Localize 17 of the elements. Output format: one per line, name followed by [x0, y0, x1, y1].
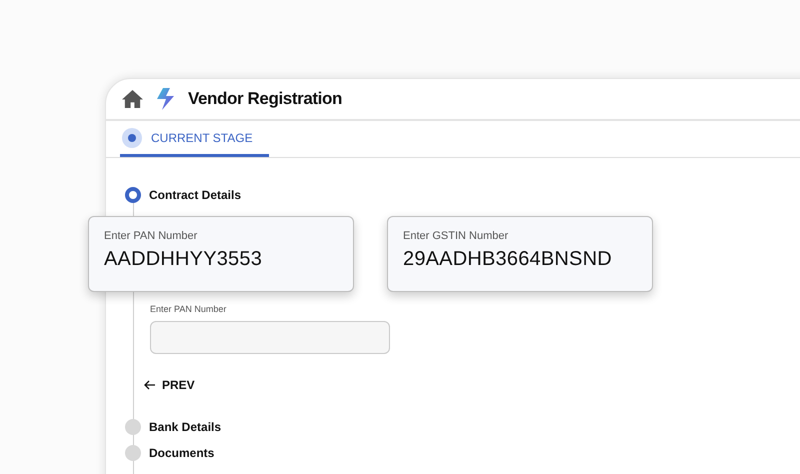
- stage-tab[interactable]: CURRENT STAGE: [120, 121, 269, 157]
- prev-button[interactable]: PREV: [142, 376, 197, 394]
- lightning-logo-icon: [154, 87, 176, 111]
- step-label[interactable]: Bank Details: [149, 420, 222, 434]
- app-title: Vendor Registration: [188, 89, 342, 109]
- home-icon[interactable]: [121, 89, 144, 109]
- step-label[interactable]: Documents: [149, 446, 214, 460]
- input-field[interactable]: Enter PAN Number AADDHHYY3553: [88, 216, 354, 292]
- input-field[interactable]: Enter GSTIN Number 29AADHB3664BNSND: [387, 216, 653, 292]
- field-label: Enter PAN Number: [150, 304, 228, 314]
- field-label: Enter GSTIN Number: [403, 230, 510, 242]
- pan-input-field[interactable]: [150, 321, 390, 354]
- left-arrow-icon: [144, 380, 156, 390]
- step-label[interactable]: Contract Details: [149, 188, 242, 202]
- field-label: Enter PAN Number: [104, 230, 198, 242]
- field-value: AADDHHYY3553: [104, 248, 264, 271]
- field-value: 29AADHB3664BNSND: [403, 248, 613, 271]
